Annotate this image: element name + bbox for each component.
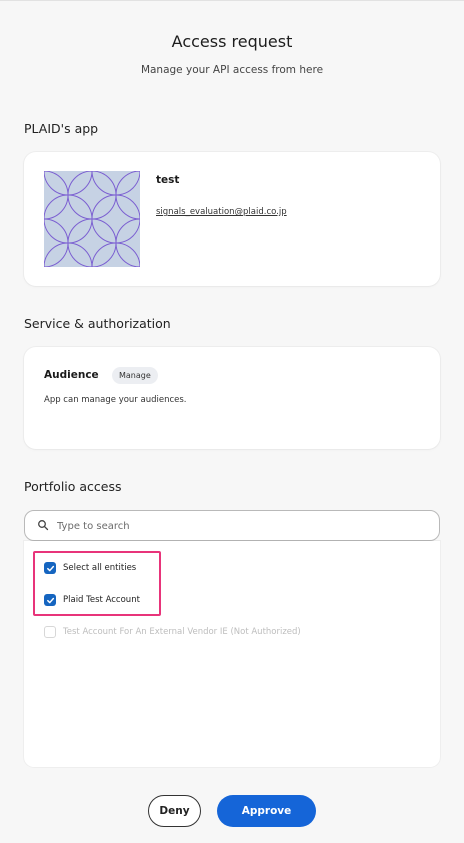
page-subtitle: Manage your API access from here — [140, 64, 324, 76]
portfolio-section-heading: Portfolio access — [24, 479, 122, 494]
approve-button[interactable]: Approve — [217, 795, 316, 827]
search-input[interactable] — [57, 517, 427, 535]
checkbox-disabled — [44, 626, 56, 638]
page-title: Access request — [171, 32, 293, 51]
selection-highlight-box — [33, 551, 161, 616]
entity-search-box — [24, 510, 440, 541]
permission-badge: Manage — [112, 367, 158, 384]
circle-pattern-logo-icon — [44, 171, 140, 267]
app-section-heading: PLAID's app — [24, 121, 99, 136]
app-email-link[interactable]: signals_evaluation@plaid.co.jp — [156, 207, 287, 217]
service-section-heading: Service & authorization — [24, 316, 171, 331]
app-card: test signals_evaluation@plaid.co.jp — [24, 152, 440, 286]
search-icon — [38, 520, 49, 531]
app-name: test — [156, 174, 180, 186]
entity-label: Test Account For An External Vendor IE (… — [63, 627, 301, 637]
scope-name: Audience — [44, 369, 99, 381]
service-card: Audience Manage App can manage your audi… — [24, 347, 440, 449]
entity-item-external-vendor: Test Account For An External Vendor IE (… — [44, 625, 301, 639]
top-divider — [0, 0, 464, 1]
scope-description: App can manage your audiences. — [44, 395, 187, 405]
deny-button[interactable]: Deny — [148, 795, 201, 827]
app-logo — [44, 171, 140, 267]
